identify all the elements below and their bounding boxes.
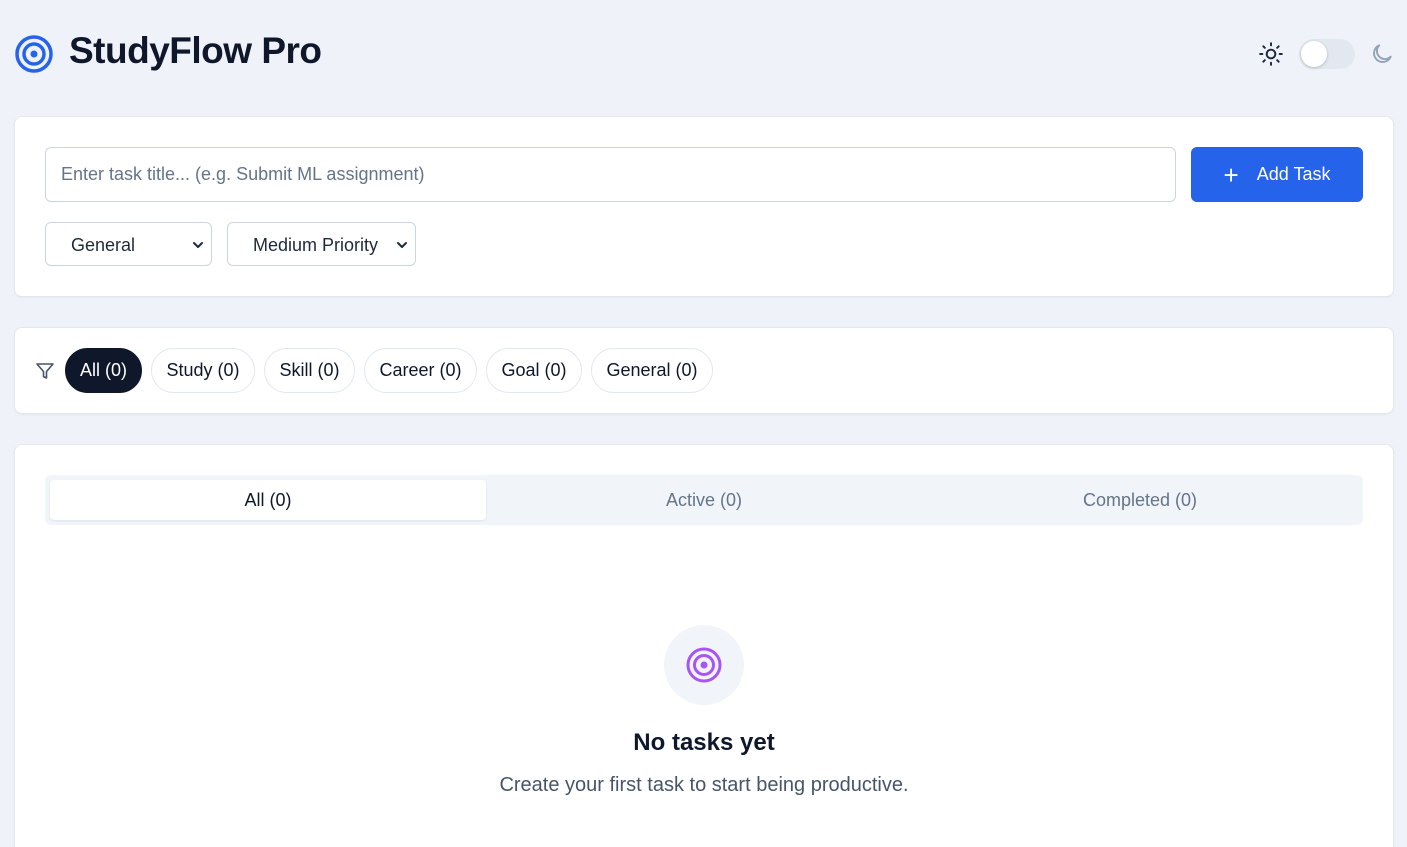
tab-completed[interactable]: Completed (0) bbox=[922, 480, 1358, 520]
task-title-input[interactable] bbox=[45, 147, 1176, 202]
category-select[interactable]: General bbox=[45, 222, 212, 266]
category-chip-skill[interactable]: Skill (0) bbox=[264, 348, 355, 393]
tab-all[interactable]: All (0) bbox=[50, 480, 486, 520]
add-task-label: Add Task bbox=[1256, 164, 1331, 184]
toggle-knob bbox=[1301, 41, 1327, 67]
empty-state-subtitle: Create your first task to start being pr… bbox=[499, 774, 909, 796]
plus-icon: + bbox=[1223, 159, 1239, 190]
category-filter-card: All (0) Study (0) Skill (0) Career (0) G… bbox=[14, 327, 1394, 414]
category-chip-all[interactable]: All (0) bbox=[65, 348, 142, 393]
empty-state-badge bbox=[664, 625, 744, 705]
empty-state-title: No tasks yet bbox=[633, 729, 775, 756]
add-task-button[interactable]: + Add Task bbox=[1191, 147, 1363, 202]
task-list-card: All (0) Active (0) Completed (0) No task… bbox=[14, 444, 1394, 847]
status-tabs: All (0) Active (0) Completed (0) bbox=[45, 475, 1363, 525]
target-icon bbox=[15, 35, 53, 73]
chevron-down-icon bbox=[397, 242, 407, 248]
category-chip-general[interactable]: General (0) bbox=[591, 348, 713, 393]
category-chip-study[interactable]: Study (0) bbox=[151, 348, 255, 393]
app-header: StudyFlow Pro bbox=[0, 0, 1407, 108]
filter-icon bbox=[36, 363, 54, 379]
add-task-card: + Add Task General Medium Priority bbox=[14, 116, 1394, 297]
moon-icon bbox=[1373, 44, 1392, 63]
target-icon bbox=[686, 647, 722, 683]
tab-active[interactable]: Active (0) bbox=[486, 480, 922, 520]
priority-select[interactable]: Medium Priority bbox=[227, 222, 416, 266]
category-chip-goal[interactable]: Goal (0) bbox=[486, 348, 582, 393]
priority-select-value: Medium Priority bbox=[253, 235, 379, 255]
sun-icon bbox=[1259, 42, 1283, 66]
chevron-down-icon bbox=[193, 242, 203, 248]
dark-mode-toggle[interactable] bbox=[1299, 39, 1355, 69]
app-title: StudyFlow Pro bbox=[69, 30, 322, 71]
category-chip-career[interactable]: Career (0) bbox=[364, 348, 477, 393]
category-select-value: General bbox=[71, 235, 136, 255]
